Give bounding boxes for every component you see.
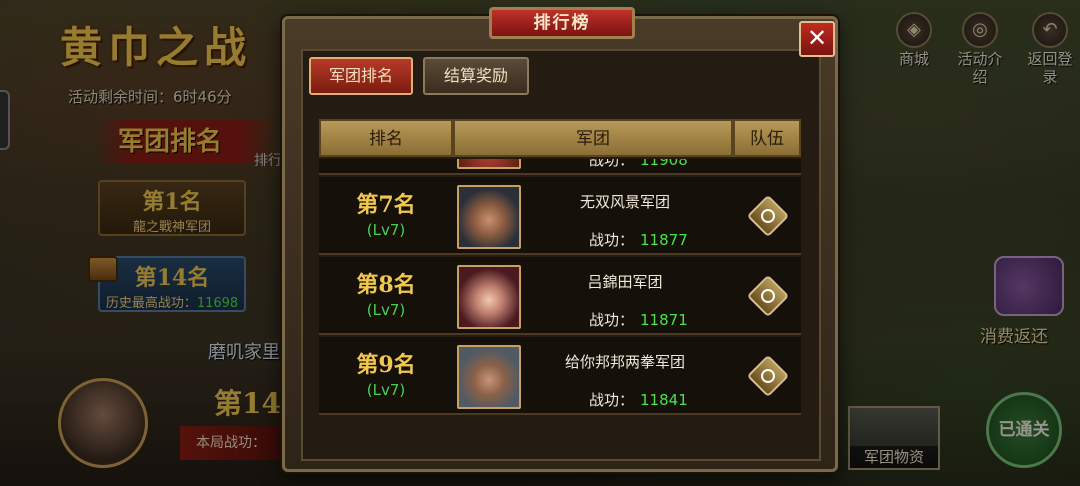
table-row: 第8名 (Lv7) 吕錦田军团 战功： 11871	[319, 257, 801, 335]
column-rank: 排名	[319, 119, 453, 157]
legion-power: 战功： 11871	[589, 309, 688, 330]
close-icon: ✕	[806, 24, 828, 52]
rank-text: 第8名	[356, 272, 416, 298]
search-icon	[761, 289, 775, 303]
close-button[interactable]: ✕	[799, 21, 835, 57]
modal-title: 排行榜	[489, 7, 635, 39]
ranking-list[interactable]: 战功： 11908 第7名 (Lv7) 无双风景军团 战功： 11877 第8名 (…	[319, 159, 801, 415]
legion-power: 战功： 11908	[589, 159, 688, 170]
search-icon	[761, 209, 775, 223]
legion-portrait	[457, 159, 521, 169]
table-header: 排名 军团 队伍	[319, 119, 801, 157]
legion-name: 给你邦邦两拳军团	[564, 353, 685, 371]
rank-cell: 第7名 (Lv7)	[319, 187, 453, 239]
power-value: 11871	[640, 311, 688, 329]
legion-portrait	[457, 185, 521, 249]
legion-portrait	[457, 265, 521, 329]
tab-legion-rank[interactable]: 军团排名	[309, 57, 413, 95]
rank-cell: 第8名 (Lv7)	[319, 267, 453, 319]
column-legion: 军团	[453, 119, 733, 157]
table-row: 第9名 (Lv7) 给你邦邦两拳军团 战功： 11841	[319, 337, 801, 415]
legion-power: 战功： 11877	[589, 229, 688, 250]
table-row: 第7名 (Lv7) 无双风景军团 战功： 11877	[319, 177, 801, 255]
legion-power: 战功： 11841	[589, 389, 688, 410]
leaderboard-modal: 排行榜 ✕ 军团排名 结算奖励 排名 军团 队伍 战功： 11908 第7名 (L…	[282, 7, 838, 472]
power-label: 战功：	[589, 231, 635, 249]
level-text: (Lv7)	[366, 381, 406, 399]
level-text: (Lv7)	[366, 301, 406, 319]
rank-text: 第7名	[356, 192, 416, 218]
power-value: 11841	[640, 391, 688, 409]
power-label: 战功：	[589, 391, 635, 409]
legion-name: 吕錦田军团	[587, 273, 663, 291]
rank-text: 第9名	[356, 352, 416, 378]
power-label: 战功：	[589, 159, 635, 169]
table-row: 战功： 11908	[319, 159, 801, 175]
power-value: 11908	[640, 159, 688, 169]
power-label: 战功：	[589, 311, 635, 329]
view-team-button[interactable]	[746, 274, 790, 318]
search-icon	[761, 369, 775, 383]
tab-settlement-reward[interactable]: 结算奖励	[423, 57, 529, 95]
legion-portrait	[457, 345, 521, 409]
level-text: (Lv7)	[366, 221, 406, 239]
legion-name: 无双风景军团	[579, 193, 670, 211]
power-value: 11877	[640, 231, 688, 249]
rank-cell: 第9名 (Lv7)	[319, 347, 453, 399]
view-team-button[interactable]	[746, 194, 790, 238]
column-team: 队伍	[733, 119, 801, 157]
view-team-button[interactable]	[746, 354, 790, 398]
